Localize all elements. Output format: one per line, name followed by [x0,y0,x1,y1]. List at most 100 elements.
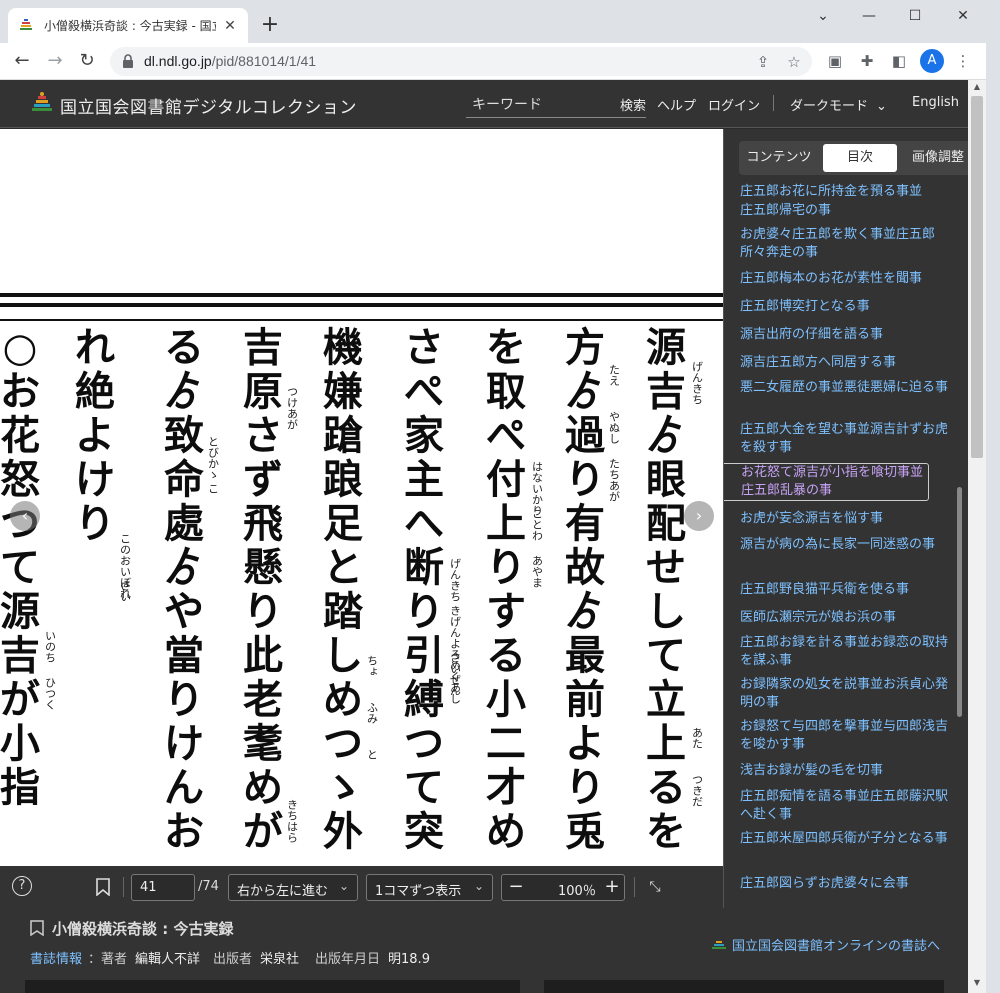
reader-mode-icon[interactable]: ▣ [825,51,845,71]
toc-item[interactable]: 庄五郎博奕打となる事 [740,298,954,316]
toc-item-active[interactable]: お花怒て源吉が小指を喰切事並庄五郎乱暴の事 [724,463,929,501]
lock-icon [123,54,133,68]
toc-item[interactable]: 源吉出府の仔細を語る事 [740,326,954,344]
toc-item[interactable]: 庄五郎帰宅の事 [740,202,954,220]
minimize-icon[interactable]: — [846,4,892,28]
page-glyph: ん [164,764,204,811]
side-panel-icon[interactable]: ◧ [889,51,909,71]
back-arrow-icon[interactable]: ← [10,49,34,73]
keyword-search-input[interactable]: キーワード [466,90,646,118]
reload-icon[interactable]: ↻ [75,49,99,73]
tab-close-icon[interactable]: ✕ [222,18,238,34]
toc-item[interactable]: 庄五郎お花に所持金を預る事並 [740,183,954,201]
page-glyph: け [75,456,115,503]
search-button[interactable]: 検索 [620,95,646,114]
page-glyph: 突 [404,808,444,855]
furigana: こ [207,483,220,494]
tab-contents[interactable]: コンテンツ [739,144,819,172]
toc-item[interactable]: 庄五郎米屋四郎兵衛が子分となる事 [740,830,954,848]
window-close-icon[interactable]: ✕ [940,4,986,28]
page-viewer[interactable]: 源吉ゟ眼配せして立上るを方ゟ過り有故ゟ最前より兎を取ぺ付上りする小二才めさぺ家主… [0,129,723,866]
toc-item[interactable]: 庄五郎お録を計る事並お録恋の取持を謀ふ事 [740,634,954,670]
toc-scrollbar-thumb[interactable] [957,487,962,717]
page-glyph: を [486,324,526,371]
ndl-logo-icon[interactable] [30,91,54,115]
tab-image-adjust[interactable]: 画像調整 [905,144,971,172]
toc-item[interactable]: 医師広瀬宗元が娘お浜の事 [740,609,954,627]
scroll-down-icon[interactable]: ▼ [968,978,986,992]
zoom-out-icon[interactable]: − [506,877,526,899]
toc-item[interactable]: 庄五郎野良猫平兵衛を使る事 [740,581,954,599]
toc-item[interactable]: 源吉が病の為に長家一同迷惑の事 [740,536,954,554]
tab-search-chevron-icon[interactable]: ⌄ [800,4,846,28]
page-glyph: 絶 [75,368,115,415]
page-glyph: せ [646,544,686,591]
page-glyph: や [164,588,204,635]
profile-avatar[interactable]: A [920,49,944,73]
direction-select[interactable]: 右から左に進む ⌄ [228,874,358,901]
toc-item[interactable]: 庄五郎図らずお虎婆々に会事 [740,875,954,893]
forward-arrow-icon[interactable]: → [43,49,67,73]
browser-menu-icon[interactable]: ⋮ [953,51,973,71]
scanned-page-image: 源吉ゟ眼配せして立上るを方ゟ過り有故ゟ最前より兎を取ぺ付上りする小二才めさぺ家主… [0,129,723,866]
page-glyph: 上 [646,720,686,767]
page-scrollbar-thumb[interactable] [971,96,983,458]
page-glyph: 當 [164,632,204,679]
page-number-input[interactable]: 41 [131,874,195,901]
toc-item[interactable]: お虎が妄念源吉を悩す事 [740,510,954,528]
toc-item[interactable]: お録隣家の処女を説事並お浜貞心発明の事 [740,676,954,712]
furigana: きげんよろめくあし [449,605,462,704]
page-glyph: 前 [565,676,605,723]
page-glyph: 機 [323,324,363,371]
page-glyph: ず [243,456,283,503]
next-page-arrow-icon[interactable]: › [684,501,714,531]
page-glyph: 小 [0,720,40,767]
ndl-online-link[interactable]: 国立国会図書館オンラインの書誌へ [732,935,940,954]
page-glyph: を [646,808,686,855]
browser-tab[interactable]: 小僧殺横浜奇談 : 今古実録 - 国立 ✕ [8,8,248,43]
tab-toc[interactable]: 目次 [823,144,897,172]
toc-item[interactable]: 浅吉お録が髪の毛を切事 [740,762,954,780]
page-glyph: 付 [486,456,526,503]
ndl-online-icon [712,941,726,949]
fullscreen-icon[interactable]: ⤡ [644,876,666,898]
page-glyph: り [565,764,605,811]
page-glyph: ゝ [323,764,363,811]
toc-item[interactable]: お録怒て与四郎を撃事並与四郎浅吉を唆かす事 [740,718,954,754]
toolbar-divider [634,877,635,897]
maximize-icon[interactable]: ☐ [892,4,938,28]
address-bar[interactable]: dl.ndl.go.jp/pid/881014/1/41 ⇪ ☆ [110,47,812,76]
page-glyph: る [646,764,686,811]
publisher-meta: 出版者 栄泉社 [213,952,300,967]
page-glyph: 主 [404,456,444,503]
darkmode-toggle[interactable]: ダークモード ⌄ [790,95,887,114]
display-mode-select[interactable]: 1コマずつ表示 ⌄ [366,874,493,901]
page-glyph: ○ [3,324,38,371]
login-link[interactable]: ログイン [708,95,760,114]
page-glyph: ゟ [565,588,605,635]
furigana: げんきち [691,361,704,405]
toc-item[interactable]: 源吉庄五郎方へ同居する事 [740,354,954,372]
prev-page-arrow-icon[interactable]: ‹ [10,501,40,531]
bookmark-icon[interactable] [96,878,110,896]
site-name[interactable]: 国立国会図書館デジタルコレクション [60,93,357,118]
toc-item[interactable]: 悪二女履歴の事並悪徒悪婦に迫る事 [740,379,954,397]
new-tab-icon[interactable]: + [258,13,282,37]
chevron-down-icon: ⌄ [876,99,887,114]
bookmark-star-icon[interactable]: ☆ [784,52,804,72]
share-icon[interactable]: ⇪ [753,52,773,72]
english-link[interactable]: English [912,95,959,110]
bookmark-icon[interactable] [30,920,44,936]
toc-item[interactable]: 庄五郎大金を望む事並源吉計ずお虎を殺す事 [740,421,954,457]
zoom-in-icon[interactable]: + [602,877,622,899]
toc-item[interactable]: 庄五郎痴情を語る事並庄五郎藤沢駅へ赴く事 [740,788,954,824]
toc-item[interactable]: 庄五郎梅本のお花が素性を聞事 [740,270,954,288]
help-circle-icon[interactable]: ? [12,876,32,896]
help-link[interactable]: ヘルプ [657,95,696,114]
toc-item[interactable]: お虎婆々庄五郎を欺く事並庄五郎所々奔走の事 [740,226,954,262]
scroll-up-icon[interactable]: ▲ [968,82,986,96]
page-glyph: 取 [486,368,526,415]
biblio-link[interactable]: 書誌情報 [30,948,82,967]
header-divider [773,95,774,111]
extensions-puzzle-icon[interactable]: ✚ [857,51,877,71]
